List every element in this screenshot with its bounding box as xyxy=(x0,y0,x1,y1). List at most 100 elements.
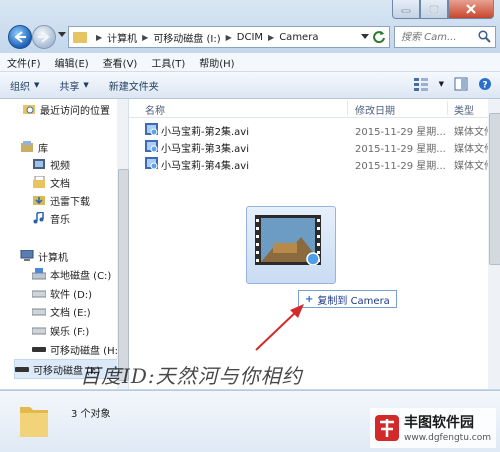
nav-label: 库 xyxy=(38,143,48,155)
menu-help[interactable]: 帮助(H) xyxy=(192,55,241,70)
preview-pane-icon[interactable] xyxy=(454,77,468,91)
watermark-text: 百度ID:天然河与你相约 xyxy=(80,364,303,388)
breadcrumb-computer[interactable]: 计算机 xyxy=(107,30,137,45)
recent-places-icon xyxy=(23,105,35,114)
drag-preview xyxy=(246,206,336,284)
chevron-down-icon: ▼ xyxy=(83,81,89,89)
nav-label: 软件 (D:) xyxy=(50,289,93,301)
copy-tooltip-label: 复制到 Camera xyxy=(317,295,390,307)
nav-drive-f[interactable]: 娱乐 (F:) xyxy=(32,321,89,339)
breadcrumb-dcim[interactable]: DCIM xyxy=(237,32,263,43)
site-logo-icon xyxy=(375,415,399,441)
removable-drive-icon xyxy=(15,367,29,372)
copy-tooltip: + 复制到 Camera xyxy=(298,290,397,308)
nav-drive-h[interactable]: 可移动磁盘 (H:) xyxy=(32,340,122,358)
nav-drive-d[interactable]: 软件 (D:) xyxy=(32,284,92,302)
file-date: 2015-11-29 星期... xyxy=(355,144,446,155)
nav-drive-e[interactable]: 文档 (E:) xyxy=(32,302,91,320)
column-date-modified[interactable]: 修改日期 xyxy=(355,102,395,117)
computer-icon xyxy=(20,250,34,261)
command-bar: 组织 ▼ 共享 ▼ 新建文件夹 ▼ ? xyxy=(0,72,500,99)
library-icon xyxy=(21,141,33,152)
chevron-down-icon: ▼ xyxy=(34,81,40,89)
nav-label: 本地磁盘 (C:) xyxy=(50,270,112,282)
nav-label: 文档 (E:) xyxy=(50,307,91,319)
view-dropdown-icon[interactable]: ▼ xyxy=(439,80,444,88)
menu-tools[interactable]: 工具(T) xyxy=(144,55,192,70)
video-thumbnail-icon xyxy=(255,215,321,265)
nav-xunlei-downloads[interactable]: 迅雷下载 xyxy=(32,191,90,209)
column-divider[interactable] xyxy=(347,101,348,115)
file-list-scrollbar[interactable] xyxy=(488,99,500,389)
back-button[interactable] xyxy=(8,25,32,49)
address-dropdown-icon[interactable] xyxy=(361,34,369,40)
column-type[interactable]: 类型 xyxy=(454,102,474,117)
music-icon xyxy=(33,212,44,224)
documents-icon xyxy=(33,176,45,188)
new-folder-button[interactable]: 新建文件夹 xyxy=(99,78,169,93)
breadcrumb-camera[interactable]: Camera xyxy=(279,32,318,43)
file-row[interactable]: 小马宝莉-第2集.avi 2015-11-29 星期... 媒体文件 xyxy=(129,121,500,138)
scrollbar-thumb[interactable] xyxy=(489,113,500,265)
share-label: 共享 xyxy=(59,81,80,93)
breadcrumb-drive-i[interactable]: 可移动磁盘 (I:) xyxy=(153,30,220,45)
nav-music[interactable]: 音乐 xyxy=(32,209,70,227)
site-url: www.dgfengtu.com xyxy=(404,433,491,443)
hard-drive-icon xyxy=(32,290,46,298)
scrollbar-thumb[interactable] xyxy=(118,169,129,381)
new-folder-label: 新建文件夹 xyxy=(108,81,159,93)
breadcrumb-separator-icon: ▶ xyxy=(268,32,275,42)
nav-libraries[interactable]: 库 xyxy=(20,138,48,156)
history-chevron-icon[interactable] xyxy=(58,32,66,38)
download-folder-icon xyxy=(33,196,45,205)
nav-label: 可移动磁盘 (H:) xyxy=(50,345,122,357)
forward-button[interactable] xyxy=(32,25,56,49)
menu-file[interactable]: 文件(F) xyxy=(0,55,48,70)
video-file-icon xyxy=(145,157,158,169)
folder-icon xyxy=(20,407,48,437)
file-name: 小马宝莉-第4集.avi xyxy=(161,161,249,172)
nav-videos[interactable]: 视频 xyxy=(32,155,70,173)
column-divider[interactable] xyxy=(447,101,448,115)
organize-label: 组织 xyxy=(10,81,30,93)
minimize-icon[interactable] xyxy=(392,0,420,19)
view-options-icon[interactable] xyxy=(413,77,429,91)
file-row[interactable]: 小马宝莉-第3集.avi 2015-11-29 星期... 媒体文件 xyxy=(129,138,500,155)
search-input[interactable] xyxy=(399,30,481,44)
nav-documents[interactable]: 文档 xyxy=(32,173,70,191)
hard-drive-icon xyxy=(32,327,46,335)
navigation-scrollbar[interactable] xyxy=(117,99,129,389)
file-row[interactable]: 小马宝莉-第4集.avi 2015-11-29 星期... 媒体文件 xyxy=(129,155,500,172)
maximize-icon[interactable] xyxy=(420,0,448,19)
menu-view[interactable]: 查看(V) xyxy=(96,55,145,70)
share-button[interactable]: 共享 ▼ xyxy=(49,78,98,93)
view-controls: ▼ ? xyxy=(413,77,492,91)
help-icon[interactable]: ? xyxy=(478,77,492,91)
column-header-row: 名称 修改日期 类型 xyxy=(129,99,500,118)
address-bar[interactable]: ▶ 计算机 ▶ 可移动磁盘 (I:) ▶ DCIM ▶ Camera xyxy=(68,26,390,48)
refresh-icon[interactable] xyxy=(372,30,386,44)
nav-label: 音乐 xyxy=(50,214,70,226)
navigation-bar: ▶ 计算机 ▶ 可移动磁盘 (I:) ▶ DCIM ▶ Camera xyxy=(6,24,496,50)
nav-label: 文档 xyxy=(50,178,70,190)
window-controls xyxy=(392,0,494,19)
menu-edit[interactable]: 编辑(E) xyxy=(48,55,96,70)
hard-drive-icon xyxy=(32,308,46,316)
search-icon[interactable] xyxy=(478,30,491,43)
nav-label: 娱乐 (F:) xyxy=(50,326,90,338)
close-icon[interactable] xyxy=(448,0,494,19)
site-name: 丰图软件园 xyxy=(404,415,474,431)
column-name[interactable]: 名称 xyxy=(145,102,165,117)
nav-drive-c[interactable]: 本地磁盘 (C:) xyxy=(32,265,111,283)
nav-computer[interactable]: 计算机 xyxy=(20,247,68,265)
organize-button[interactable]: 组织 ▼ xyxy=(0,78,49,93)
nav-recent-places[interactable]: 最近访问的位置 xyxy=(22,100,110,118)
navigation-pane: 最近访问的位置 库 视频 文档 迅雷下载 音乐 计算机 本地磁盘 (C:) 软件… xyxy=(0,99,129,389)
video-file-icon xyxy=(145,123,158,135)
file-name: 小马宝莉-第3集.avi xyxy=(161,144,249,155)
nav-label: 迅雷下载 xyxy=(50,196,90,208)
breadcrumb: ▶ 计算机 ▶ 可移动磁盘 (I:) ▶ DCIM ▶ Camera xyxy=(91,30,318,45)
breadcrumb-separator-icon: ▶ xyxy=(225,32,232,42)
annotation-arrow-icon xyxy=(255,304,304,351)
nav-label: 计算机 xyxy=(38,252,68,264)
